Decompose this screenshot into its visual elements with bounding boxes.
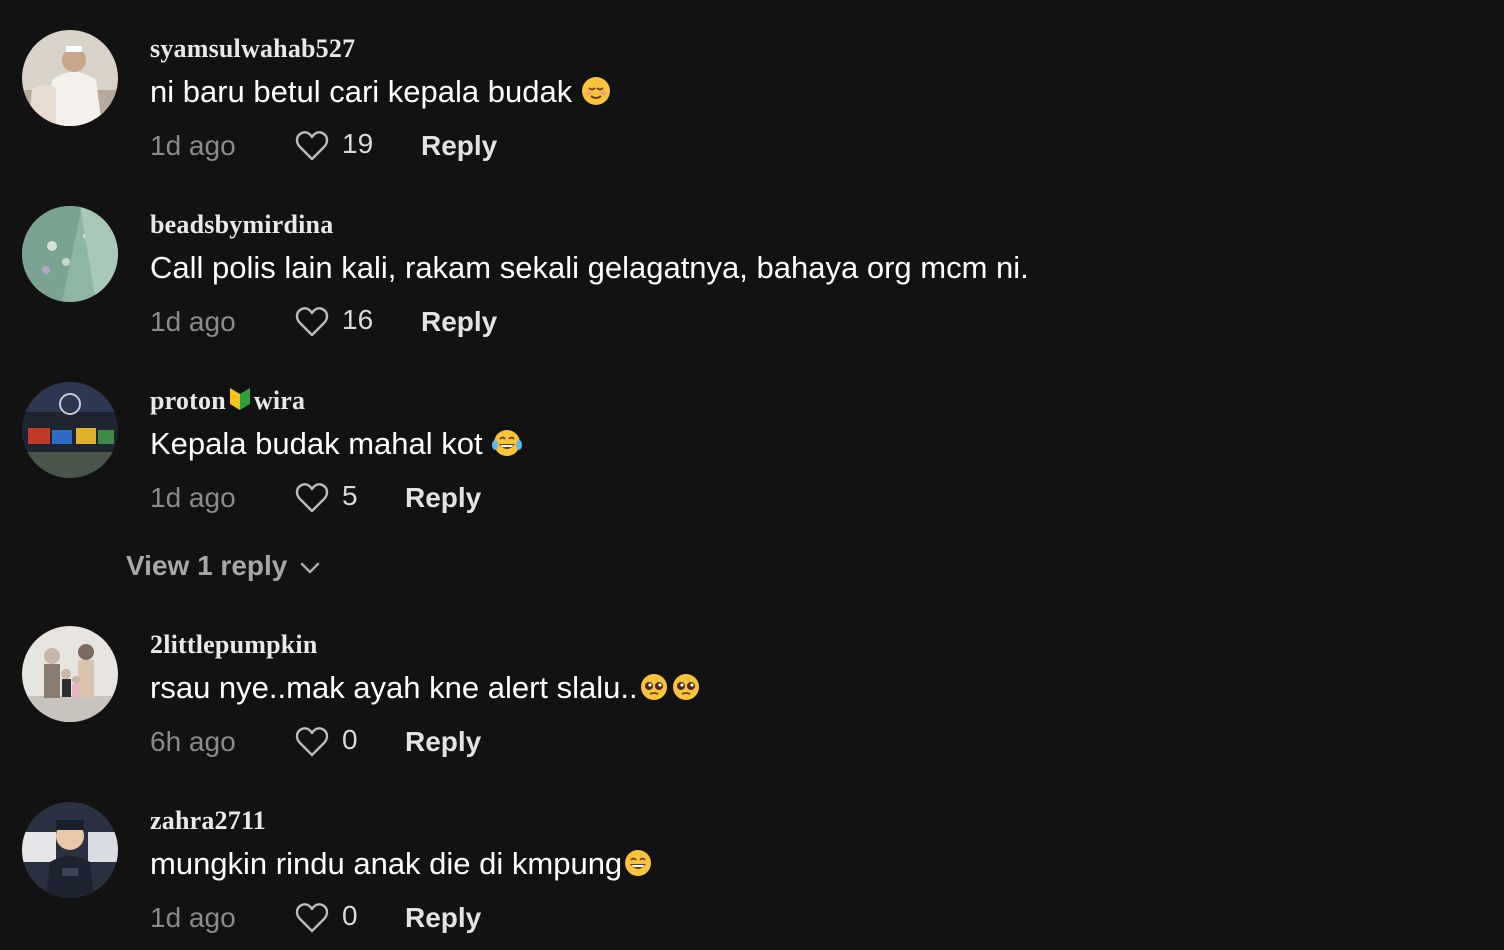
- comment-item: syamsulwahab527 ni baru betul cari kepal…: [0, 30, 1504, 190]
- username-part: wira: [253, 386, 306, 415]
- comment-meta: 1d ago 5 Reply: [150, 480, 750, 520]
- comment-text-content: Kepala budak mahal kot: [150, 426, 483, 461]
- comment-item: zahra2711 mungkin rindu anak die di kmpu…: [0, 802, 1504, 950]
- avatar-image: [22, 30, 118, 126]
- comment-meta: 1d ago 19 Reply: [150, 128, 750, 168]
- avatar-image: [22, 626, 118, 722]
- comment-text: Kepala budak mahal kot: [150, 426, 523, 466]
- comment-timestamp: 1d ago: [150, 902, 236, 933]
- user-avatar[interactable]: [22, 206, 118, 302]
- heart-icon: [295, 903, 329, 933]
- reply-button[interactable]: Reply: [405, 902, 481, 934]
- heart-icon: [295, 131, 329, 161]
- reply-button[interactable]: Reply: [421, 130, 497, 162]
- like-button[interactable]: [294, 480, 334, 520]
- heart-icon: [295, 483, 329, 513]
- comment-timestamp: 1d ago: [150, 130, 236, 161]
- comment-meta: 1d ago 16 Reply: [150, 304, 750, 344]
- relieved-face-icon: [581, 76, 611, 114]
- user-avatar[interactable]: [22, 382, 118, 478]
- reply-button[interactable]: Reply: [405, 482, 481, 514]
- avatar-image: [22, 206, 118, 302]
- avatar-image: [22, 802, 118, 898]
- username-part: proton: [150, 386, 226, 415]
- comment-meta: 6h ago 0 Reply: [150, 724, 750, 764]
- user-avatar[interactable]: [22, 626, 118, 722]
- like-count: 0: [342, 900, 358, 931]
- comment-text: rsau nye..mak ayah kne alert slalu..: [150, 670, 702, 710]
- heart-icon: [295, 307, 329, 337]
- comment-timestamp: 1d ago: [150, 482, 236, 513]
- user-avatar[interactable]: [22, 30, 118, 126]
- comment-username[interactable]: zahra2711: [150, 806, 266, 836]
- comment-timestamp: 6h ago: [150, 726, 236, 757]
- comment-meta: 1d ago 0 Reply: [150, 900, 750, 940]
- chevron-down-icon: [299, 550, 321, 582]
- user-avatar[interactable]: [22, 802, 118, 898]
- comment-item: beadsbymirdina Call polis lain kali, rak…: [0, 206, 1504, 366]
- comment-text-content: ni baru betul cari kepala budak: [150, 74, 573, 109]
- view-replies-button[interactable]: View 1 reply: [126, 550, 321, 590]
- reply-button[interactable]: Reply: [405, 726, 481, 758]
- like-button[interactable]: [294, 724, 334, 764]
- like-count: 0: [342, 724, 358, 755]
- comment-username[interactable]: syamsulwahab527: [150, 34, 355, 64]
- japanese-beginner-symbol-icon: [228, 386, 252, 419]
- comment-text-content: mungkin rindu anak die di kmpung: [150, 846, 623, 881]
- like-button[interactable]: [294, 900, 334, 940]
- avatar-image: [22, 382, 118, 478]
- like-count: 16: [342, 304, 374, 335]
- comment-item: proton wira Kepala budak mahal kot 1d ago…: [0, 382, 1504, 542]
- comment-username[interactable]: 2littlepumpkin: [150, 630, 318, 660]
- heart-icon: [295, 727, 329, 757]
- view-replies-label: View 1 reply: [126, 550, 288, 581]
- comment-text-content: Call polis lain kali, rakam sekali gelag…: [150, 250, 1029, 285]
- pleading-face-icon: [670, 672, 702, 710]
- like-count: 5: [342, 480, 358, 511]
- like-button[interactable]: [294, 304, 334, 344]
- comment-text: Call polis lain kali, rakam sekali gelag…: [150, 250, 1029, 286]
- face-with-tears-of-joy-icon: [491, 428, 523, 466]
- grinning-face-icon: [622, 848, 654, 886]
- like-button[interactable]: [294, 128, 334, 168]
- comment-text: ni baru betul cari kepala budak: [150, 74, 611, 114]
- comment-username[interactable]: proton wira: [150, 386, 305, 419]
- pleading-face-icon: [638, 672, 670, 710]
- comment-text: mungkin rindu anak die di kmpung: [150, 846, 654, 886]
- like-count: 19: [342, 128, 374, 159]
- comment-item: 2littlepumpkin rsau nye..mak ayah kne al…: [0, 626, 1504, 786]
- comment-username[interactable]: beadsbymirdina: [150, 210, 333, 240]
- reply-button[interactable]: Reply: [421, 306, 497, 338]
- comment-text-content: rsau nye..mak ayah kne alert slalu..: [150, 670, 638, 705]
- comment-timestamp: 1d ago: [150, 306, 236, 337]
